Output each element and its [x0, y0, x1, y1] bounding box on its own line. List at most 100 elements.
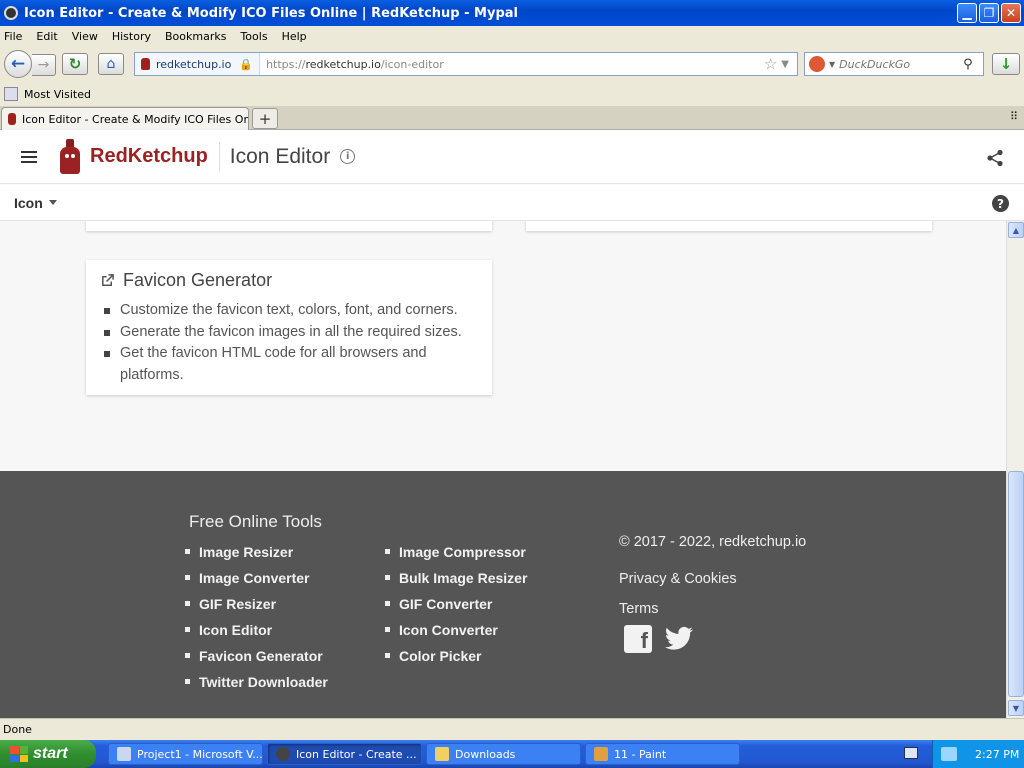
- scroll-up-icon[interactable]: ▲: [1008, 222, 1024, 238]
- task-label: Icon Editor - Create ...: [296, 747, 417, 761]
- back-button[interactable]: ←: [4, 50, 32, 78]
- download-arrow-icon: ↓: [999, 55, 1013, 73]
- tab-icon-editor[interactable]: Icon Editor - Create & Modify ICO Files …: [1, 107, 249, 130]
- vertical-scrollbar[interactable]: ▲ ▼: [1006, 221, 1024, 718]
- mypal-icon: [276, 747, 290, 761]
- tab-label: Icon Editor - Create & Modify ICO Files …: [22, 112, 249, 126]
- footer-tools-column-2: Image Compressor Bulk Image Resizer GIF …: [385, 542, 527, 672]
- share-icon[interactable]: [986, 149, 1004, 167]
- maximize-button[interactable]: ❐: [979, 3, 999, 23]
- footer-link-image-compressor[interactable]: Image Compressor: [385, 542, 527, 568]
- footer-link-icon-converter[interactable]: Icon Converter: [385, 620, 527, 646]
- footer-link-twitter-downloader[interactable]: Twitter Downloader: [185, 672, 328, 698]
- search-bar[interactable]: ▼ ⚲: [804, 52, 984, 76]
- start-button[interactable]: start: [0, 740, 96, 768]
- reload-button[interactable]: ↻: [62, 53, 88, 75]
- privacy-cookies-link[interactable]: Privacy & Cookies: [619, 571, 737, 587]
- menu-file[interactable]: File: [4, 30, 22, 43]
- footer-link-gif-resizer[interactable]: GIF Resizer: [185, 594, 328, 620]
- scroll-down-icon[interactable]: ▼: [1008, 700, 1024, 716]
- footer-link-gif-converter[interactable]: GIF Converter: [385, 594, 527, 620]
- duckduckgo-icon[interactable]: [809, 56, 825, 72]
- network-icon[interactable]: [941, 747, 957, 761]
- home-button[interactable]: ⌂: [98, 53, 124, 75]
- url-prefix: https://: [266, 57, 306, 71]
- help-icon[interactable]: ?: [992, 195, 1009, 212]
- menu-edit[interactable]: Edit: [36, 30, 57, 43]
- keyboard-layout-icon[interactable]: [904, 747, 918, 759]
- hamburger-menu-icon[interactable]: [21, 148, 37, 166]
- favicon-feature-list: Customize the favicon text, colors, font…: [104, 300, 478, 386]
- info-icon[interactable]: i: [340, 149, 356, 164]
- search-input[interactable]: [839, 57, 964, 71]
- close-button[interactable]: ✕: [1001, 3, 1021, 23]
- downloads-button[interactable]: ↓: [992, 53, 1020, 75]
- windows-taskbar: start Project1 - Microsoft V... Icon Edi…: [0, 740, 1024, 768]
- twitter-icon[interactable]: [664, 625, 694, 653]
- url-host: redketchup.io: [305, 57, 381, 71]
- menu-history[interactable]: History: [112, 30, 151, 43]
- url-dropdown-icon[interactable]: ▼: [781, 59, 789, 70]
- list-all-tabs-icon[interactable]: ⠿: [1010, 110, 1018, 123]
- page-title: Icon Editor: [229, 144, 331, 168]
- favicon-generator-title-text: Favicon Generator: [123, 270, 273, 290]
- taskbar-item-vb-project[interactable]: Project1 - Microsoft V...: [108, 743, 263, 765]
- scrollbar-thumb[interactable]: [1008, 471, 1024, 697]
- clock[interactable]: 2:27 PM: [975, 748, 1019, 761]
- footer-link-color-picker[interactable]: Color Picker: [385, 646, 527, 672]
- footer-link-image-converter[interactable]: Image Converter: [185, 568, 328, 594]
- card-partial-right: [526, 221, 932, 231]
- page-content: Favicon Generator Customize the favicon …: [0, 221, 1006, 718]
- taskbar-item-icon-editor[interactable]: Icon Editor - Create ...: [267, 743, 422, 765]
- task-label: Project1 - Microsoft V...: [137, 747, 263, 761]
- redketchup-logo-icon[interactable]: [59, 138, 81, 175]
- arrow-left-icon: ←: [10, 54, 26, 74]
- footer-link-favicon-generator[interactable]: Favicon Generator: [185, 646, 328, 672]
- list-item: Get the favicon HTML code for all browse…: [104, 343, 478, 386]
- url-path: /icon-editor: [380, 57, 444, 71]
- forward-button[interactable]: →: [32, 54, 56, 76]
- site-favicon-icon: [141, 58, 150, 70]
- menu-bookmarks[interactable]: Bookmarks: [165, 30, 226, 43]
- windows-flag-icon: [10, 746, 28, 762]
- taskbar-item-paint[interactable]: 11 - Paint: [585, 743, 740, 765]
- footer-tools-column-1: Image Resizer Image Converter GIF Resize…: [185, 542, 328, 698]
- brand-name[interactable]: RedKetchup: [90, 145, 208, 168]
- arrow-right-icon: →: [37, 57, 50, 73]
- list-item: Generate the favicon images in all the r…: [104, 322, 478, 344]
- mypal-app-icon: [4, 6, 18, 20]
- paint-icon: [594, 747, 608, 761]
- terms-link[interactable]: Terms: [619, 601, 658, 617]
- list-item: Customize the favicon text, colors, font…: [104, 300, 478, 322]
- visual-basic-icon: [117, 747, 131, 761]
- footer-link-icon-editor[interactable]: Icon Editor: [185, 620, 328, 646]
- search-icon[interactable]: ⚲: [963, 57, 973, 72]
- site-identity-button[interactable]: redketchup.io 🔒: [135, 53, 261, 75]
- facebook-icon[interactable]: f: [624, 625, 652, 653]
- footer-link-image-resizer[interactable]: Image Resizer: [185, 542, 328, 568]
- menu-view[interactable]: View: [72, 30, 98, 43]
- menu-help[interactable]: Help: [282, 30, 307, 43]
- url-text[interactable]: https://redketchup.io/icon-editor: [260, 58, 764, 71]
- folder-icon: [435, 747, 449, 761]
- task-label: 11 - Paint: [614, 747, 667, 761]
- new-tab-button[interactable]: +: [252, 108, 278, 129]
- footer-heading: Free Online Tools: [189, 512, 322, 531]
- app-toolbar: Icon ?: [0, 185, 1024, 221]
- bookmark-most-visited[interactable]: Most Visited: [24, 88, 91, 101]
- bookmark-star-icon[interactable]: ☆: [764, 55, 777, 73]
- caret-down-icon[interactable]: [48, 200, 57, 205]
- title-bar[interactable]: Icon Editor - Create & Modify ICO Files …: [0, 0, 1024, 26]
- favicon-generator-title[interactable]: Favicon Generator: [100, 270, 478, 291]
- header-divider: [218, 141, 220, 172]
- address-bar[interactable]: redketchup.io 🔒 https://redketchup.io/ic…: [134, 52, 798, 76]
- page-viewport: RedKetchup Icon Editor i Icon ? Favicon …: [0, 130, 1024, 718]
- minimize-button[interactable]: ▁: [957, 3, 977, 23]
- taskbar-item-downloads[interactable]: Downloads: [426, 743, 581, 765]
- favicon-generator-card[interactable]: Favicon Generator Customize the favicon …: [86, 260, 492, 395]
- footer-link-bulk-image-resizer[interactable]: Bulk Image Resizer: [385, 568, 527, 594]
- menu-tools[interactable]: Tools: [240, 30, 267, 43]
- search-engine-dropdown-icon[interactable]: ▼: [829, 60, 835, 69]
- icon-menu-button[interactable]: Icon: [14, 195, 43, 211]
- task-label: Downloads: [455, 747, 516, 761]
